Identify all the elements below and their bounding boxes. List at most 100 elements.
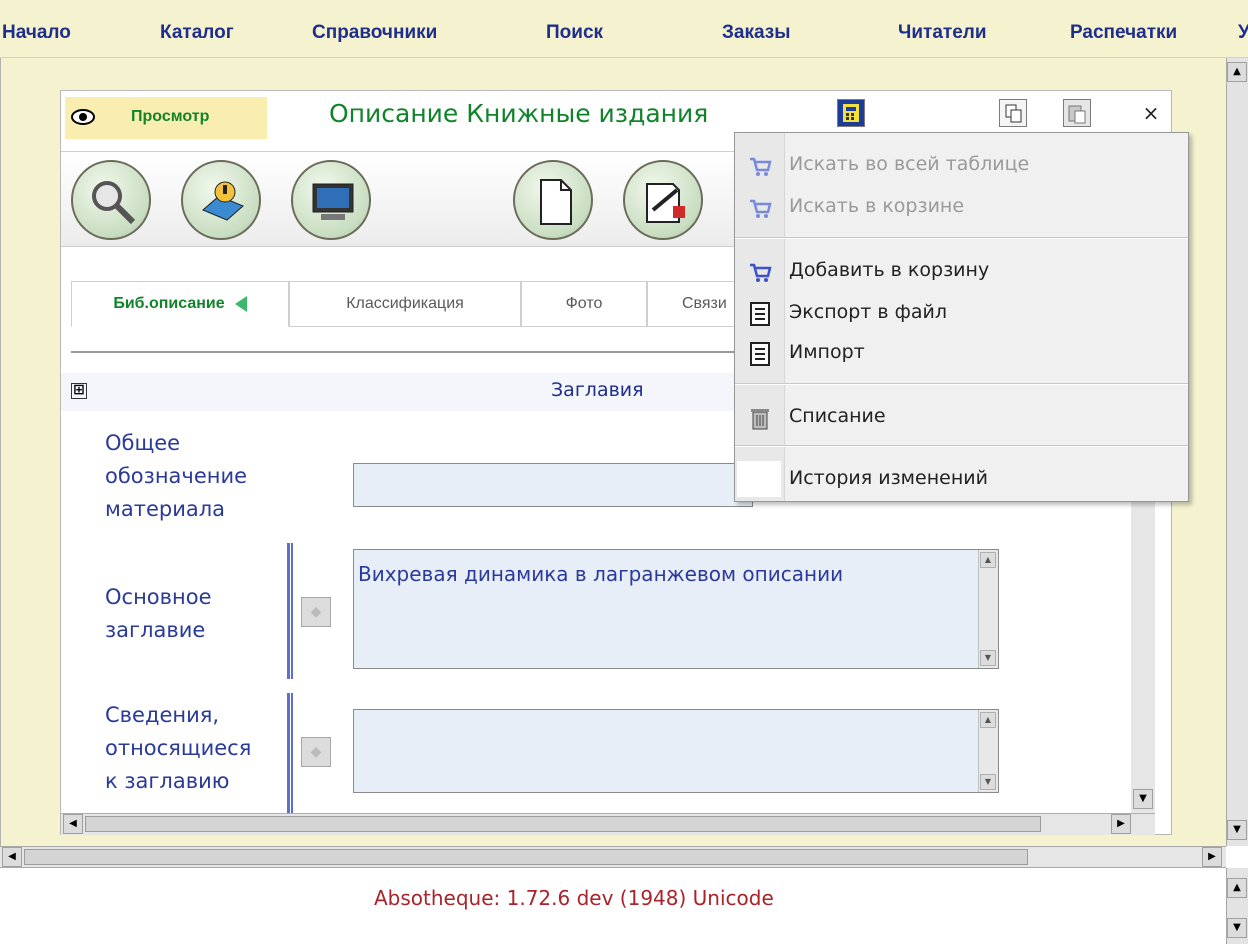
label-line: Основное	[105, 585, 212, 609]
menu-item-more[interactable]: У	[1238, 22, 1248, 44]
tab-photo[interactable]: Фото	[521, 281, 647, 327]
lookup-button[interactable]: ◆	[301, 597, 331, 627]
menu-item-add-to-cart[interactable]: Добавить в корзину	[735, 251, 1188, 291]
copy-icon[interactable]	[999, 99, 1027, 127]
context-menu: Искать во всей таблице Искать в корзине …	[734, 132, 1189, 502]
label-line: к заглавию	[105, 769, 230, 793]
label-line: Общее	[105, 431, 181, 455]
paste-icon[interactable]	[1063, 99, 1091, 127]
menu-item-import[interactable]: Импорт	[735, 333, 1188, 373]
main-horizontal-scrollbar[interactable]: ◀ ▶	[0, 846, 1226, 868]
display-button[interactable]	[291, 160, 371, 240]
expand-icon[interactable]: ⊞	[71, 383, 87, 399]
tab-label: Классификация	[346, 295, 464, 312]
scroll-up-icon[interactable]: ▲	[1227, 878, 1247, 898]
scroll-right-icon[interactable]: ▶	[1111, 814, 1131, 834]
menu-item-readers[interactable]: Читатели	[898, 22, 987, 44]
label-line: обозначение	[105, 464, 248, 488]
menu-item-printouts[interactable]: Распечатки	[1070, 22, 1177, 44]
menu-item-label: Экспорт в файл	[789, 301, 948, 323]
eye-icon	[71, 109, 95, 125]
tab-label: Биб.описание	[113, 295, 225, 312]
field-label-title-info: Сведения, относящиеся к заглавию	[105, 699, 251, 798]
menu-item-search-all[interactable]: Искать во всей таблице	[735, 145, 1188, 185]
top-menu-bar: Начало Каталог Справочники Поиск Заказы …	[0, 0, 1248, 58]
menu-item-references[interactable]: Справочники	[312, 22, 437, 44]
cart-icon	[750, 157, 772, 176]
menu-item-catalog[interactable]: Каталог	[160, 22, 234, 44]
field-marker	[287, 693, 293, 813]
lookup-button[interactable]: ◆	[301, 737, 331, 767]
history-icon	[737, 461, 781, 497]
scroll-thumb[interactable]	[24, 849, 1028, 865]
book-info-button[interactable]	[181, 160, 261, 240]
menu-separator	[735, 383, 1188, 385]
view-mode-badge[interactable]: Просмотр	[65, 97, 267, 139]
document-icon	[750, 302, 770, 326]
menu-item-write-off[interactable]: Списание	[735, 397, 1188, 437]
main-title-field[interactable]: Вихревая динамика в лагранжевом описании…	[353, 549, 999, 669]
view-mode-label: Просмотр	[131, 108, 210, 125]
label-line: относящиеся	[105, 736, 252, 760]
menu-item-search-cart[interactable]: Искать в корзине	[735, 187, 1188, 227]
scroll-down-icon[interactable]: ▼	[980, 650, 996, 666]
document-icon	[750, 342, 770, 366]
find-record-button[interactable]	[71, 160, 151, 240]
menu-item-history[interactable]: История изменений	[735, 459, 1188, 499]
scroll-right-icon[interactable]: ▶	[1202, 847, 1222, 867]
scroll-left-icon[interactable]: ◀	[2, 847, 22, 867]
status-scrollbar[interactable]: ▲ ▼	[1226, 868, 1248, 944]
label-line: материала	[105, 497, 226, 521]
title-info-field[interactable]: ▲ ▼	[353, 709, 999, 793]
menu-item-home[interactable]: Начало	[2, 22, 71, 44]
menu-item-search[interactable]: Поиск	[546, 22, 603, 44]
menu-item-label: Списание	[789, 405, 886, 427]
general-designation-field[interactable]	[353, 463, 753, 507]
new-document-icon	[540, 179, 572, 225]
tab-label: Связи	[682, 295, 727, 312]
scroll-down-icon[interactable]: ▼	[1133, 789, 1153, 809]
menu-item-label: Искать в корзине	[789, 195, 965, 217]
scroll-up-icon[interactable]: ▲	[980, 552, 996, 568]
scroll-left-icon[interactable]: ◀	[63, 814, 83, 834]
trash-icon	[751, 409, 769, 430]
status-bar: Absotheque: 1.72.6 dev (1948) Unicode	[0, 868, 1226, 944]
section-title: Заглавия	[551, 379, 644, 401]
menu-item-orders[interactable]: Заказы	[722, 22, 790, 44]
label-line: Сведения,	[105, 703, 220, 727]
scroll-down-icon[interactable]: ▼	[980, 774, 996, 790]
field-marker	[287, 543, 293, 679]
menu-item-label: Добавить в корзину	[789, 259, 990, 281]
field-label-general-designation: Общее обозначение материала	[105, 427, 247, 526]
main-vertical-scrollbar[interactable]: ▲ ▼	[1226, 58, 1248, 846]
scroll-up-icon[interactable]: ▲	[980, 712, 996, 728]
cart-icon	[750, 263, 772, 282]
window-title: Описание Книжные издания	[329, 99, 709, 128]
menu-item-export[interactable]: Экспорт в файл	[735, 293, 1188, 333]
form-horizontal-scrollbar[interactable]: ◀ ▶	[61, 813, 1155, 835]
close-icon[interactable]: ×	[1139, 101, 1163, 125]
tab-links[interactable]: Связи	[647, 281, 737, 327]
field-scrollbar[interactable]: ▲ ▼	[978, 550, 998, 668]
edit-record-button[interactable]	[623, 160, 703, 240]
field-value: Вихревая динамика в лагранжевом описании	[358, 562, 844, 586]
scroll-thumb[interactable]	[85, 816, 1041, 832]
field-scrollbar[interactable]: ▲ ▼	[978, 710, 998, 792]
scroll-down-icon[interactable]: ▼	[1227, 918, 1247, 938]
scroll-up-icon[interactable]: ▲	[1227, 62, 1247, 82]
menu-separator	[735, 237, 1188, 239]
scroll-down-icon[interactable]: ▼	[1227, 820, 1247, 840]
tab-bib-description[interactable]: Биб.описание	[71, 281, 289, 327]
book-icon	[202, 181, 244, 221]
menu-separator	[735, 445, 1188, 447]
edit-document-icon	[646, 183, 685, 223]
field-label-main-title: Основное заглавие	[105, 581, 212, 647]
tab-classification[interactable]: Классификация	[289, 281, 521, 327]
calculator-icon[interactable]	[837, 99, 865, 127]
active-tab-arrow-icon	[234, 295, 247, 312]
magnifier-icon	[92, 181, 136, 225]
monitor-icon	[312, 183, 354, 220]
new-record-button[interactable]	[513, 160, 593, 240]
menu-item-label: Импорт	[789, 341, 865, 363]
label-line: заглавие	[105, 618, 206, 642]
